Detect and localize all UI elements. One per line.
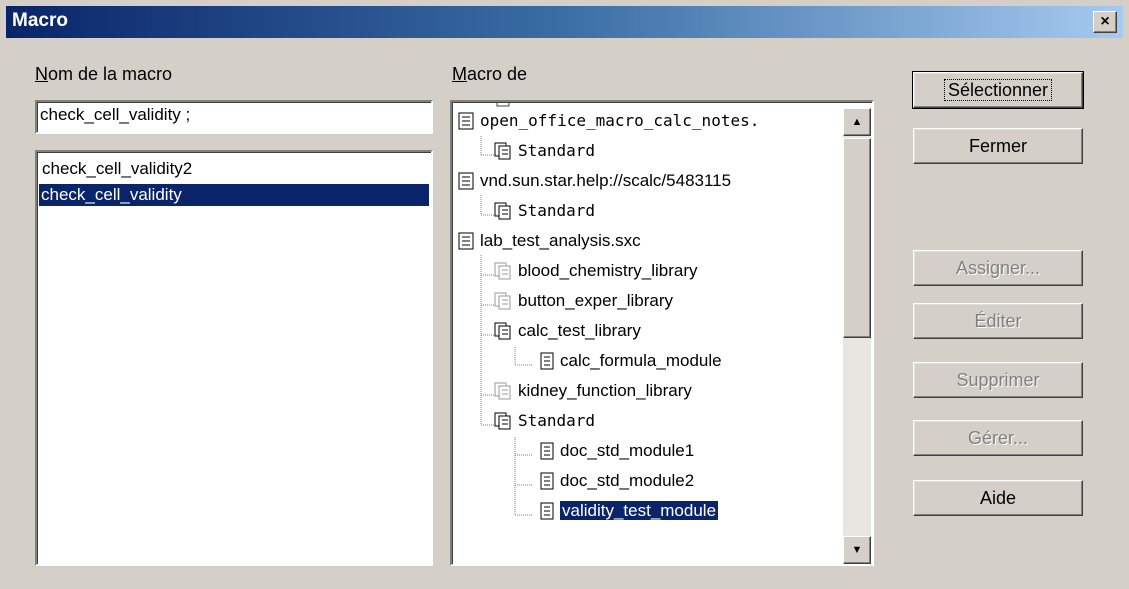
tree-item-library-inactive[interactable]: kidney_function_library: [494, 380, 692, 410]
list-item[interactable]: check_cell_validity2: [40, 158, 194, 180]
close-icon[interactable]: ×: [1093, 11, 1117, 33]
macro-dialog: Macro × Nom de la macro check_cell_valid…: [0, 0, 1129, 589]
document-icon: [458, 172, 474, 190]
macro-name-field[interactable]: check_cell_validity ;: [35, 100, 433, 134]
delete-button[interactable]: Supprimer: [913, 362, 1083, 398]
library-icon: [494, 412, 511, 430]
macro-list[interactable]: check_cell_validity2 check_cell_validity: [35, 150, 433, 566]
tree-item-library-inactive[interactable]: button_exper_library: [494, 290, 673, 320]
document-icon: [458, 112, 474, 130]
tree-item-module[interactable]: doc_std_module1: [540, 440, 694, 470]
macro-tree[interactable]: open_office_macro_calc_notes. Standard v…: [450, 100, 874, 566]
tree-item-document[interactable]: vnd.sun.star.help://scalc/5483115: [458, 170, 731, 200]
macro-from-label: Macro de: [452, 64, 527, 85]
help-button[interactable]: Aide: [913, 480, 1083, 516]
tree-item-library[interactable]: calc_test_library: [494, 320, 641, 350]
tree-item-label: Standard: [518, 201, 596, 221]
library-icon: [494, 382, 511, 400]
module-icon: [540, 352, 554, 370]
macro-name-value: check_cell_validity ;: [40, 105, 191, 124]
library-icon: [494, 202, 511, 220]
tree-item-label: kidney_function_library: [518, 380, 692, 400]
tree-item-library[interactable]: Standard: [494, 200, 595, 230]
window-title: Macro: [12, 10, 68, 31]
macro-from-label-accesskey: M: [452, 64, 467, 84]
tree-item-label: calc_test_library: [518, 320, 641, 340]
select-button-label: Sélectionner: [943, 79, 1053, 101]
tree-item-label: calc_formula_module: [560, 350, 722, 370]
tree-item-module[interactable]: calc_formula_module: [540, 350, 722, 380]
tree-item-label: lab_test_analysis.sxc: [480, 230, 641, 250]
library-icon: [494, 322, 511, 340]
tree-item-label: doc_std_module1: [560, 440, 695, 460]
tree-item-document[interactable]: lab_test_analysis.sxc: [458, 230, 641, 260]
manage-button[interactable]: Gérer...: [913, 420, 1083, 456]
tree-item-library[interactable]: Standard: [494, 410, 595, 440]
assign-button[interactable]: Assigner...: [913, 250, 1083, 286]
close-button[interactable]: Fermer: [913, 128, 1083, 164]
document-icon: [458, 232, 474, 250]
tree-item-label: blood_chemistry_library: [518, 260, 698, 280]
scroll-down-icon[interactable]: ▼: [843, 536, 871, 564]
scroll-thumb[interactable]: [843, 138, 871, 338]
select-button[interactable]: Sélectionner: [912, 71, 1084, 109]
module-icon: [540, 502, 554, 520]
tree-item-module-selected[interactable]: validity_test_module: [540, 500, 719, 530]
macro-name-label: Nom de la macro: [35, 64, 172, 85]
edit-button[interactable]: Éditer: [913, 303, 1083, 339]
tree-item-label: validity_test_module: [560, 500, 719, 520]
title-bar[interactable]: Macro ×: [6, 6, 1123, 38]
list-item-selected[interactable]: check_cell_validity: [39, 184, 429, 206]
library-icon: [494, 292, 511, 310]
tree-item-document[interactable]: open_office_macro_calc_notes.: [458, 110, 759, 140]
tree-item-label: doc_std_module2: [560, 470, 695, 490]
tree-item-library-inactive[interactable]: blood_chemistry_library: [494, 260, 698, 290]
tree-item-module[interactable]: doc_std_module2: [540, 470, 694, 500]
tree-item-library[interactable]: Standard: [494, 140, 595, 170]
tree-item-label: vnd.sun.star.help://scalc/5483115: [480, 170, 732, 190]
tree-scrollbar[interactable]: ▲ ▼: [843, 108, 871, 564]
macro-from-label-text: acro de: [467, 64, 528, 84]
macro-name-label-accesskey: N: [35, 64, 48, 84]
module-icon: [540, 442, 554, 460]
macro-name-label-text: om de la macro: [48, 64, 173, 84]
scroll-up-icon[interactable]: ▲: [843, 108, 871, 136]
tree-item-label: Standard: [518, 411, 596, 431]
library-icon: [494, 262, 511, 280]
module-icon: [540, 472, 554, 490]
tree-item-label: Standard: [518, 141, 596, 161]
tree-item-label: open_office_macro_calc_notes.: [480, 111, 760, 131]
tree-item-label: button_exper_library: [518, 290, 673, 310]
library-icon: [494, 142, 511, 160]
